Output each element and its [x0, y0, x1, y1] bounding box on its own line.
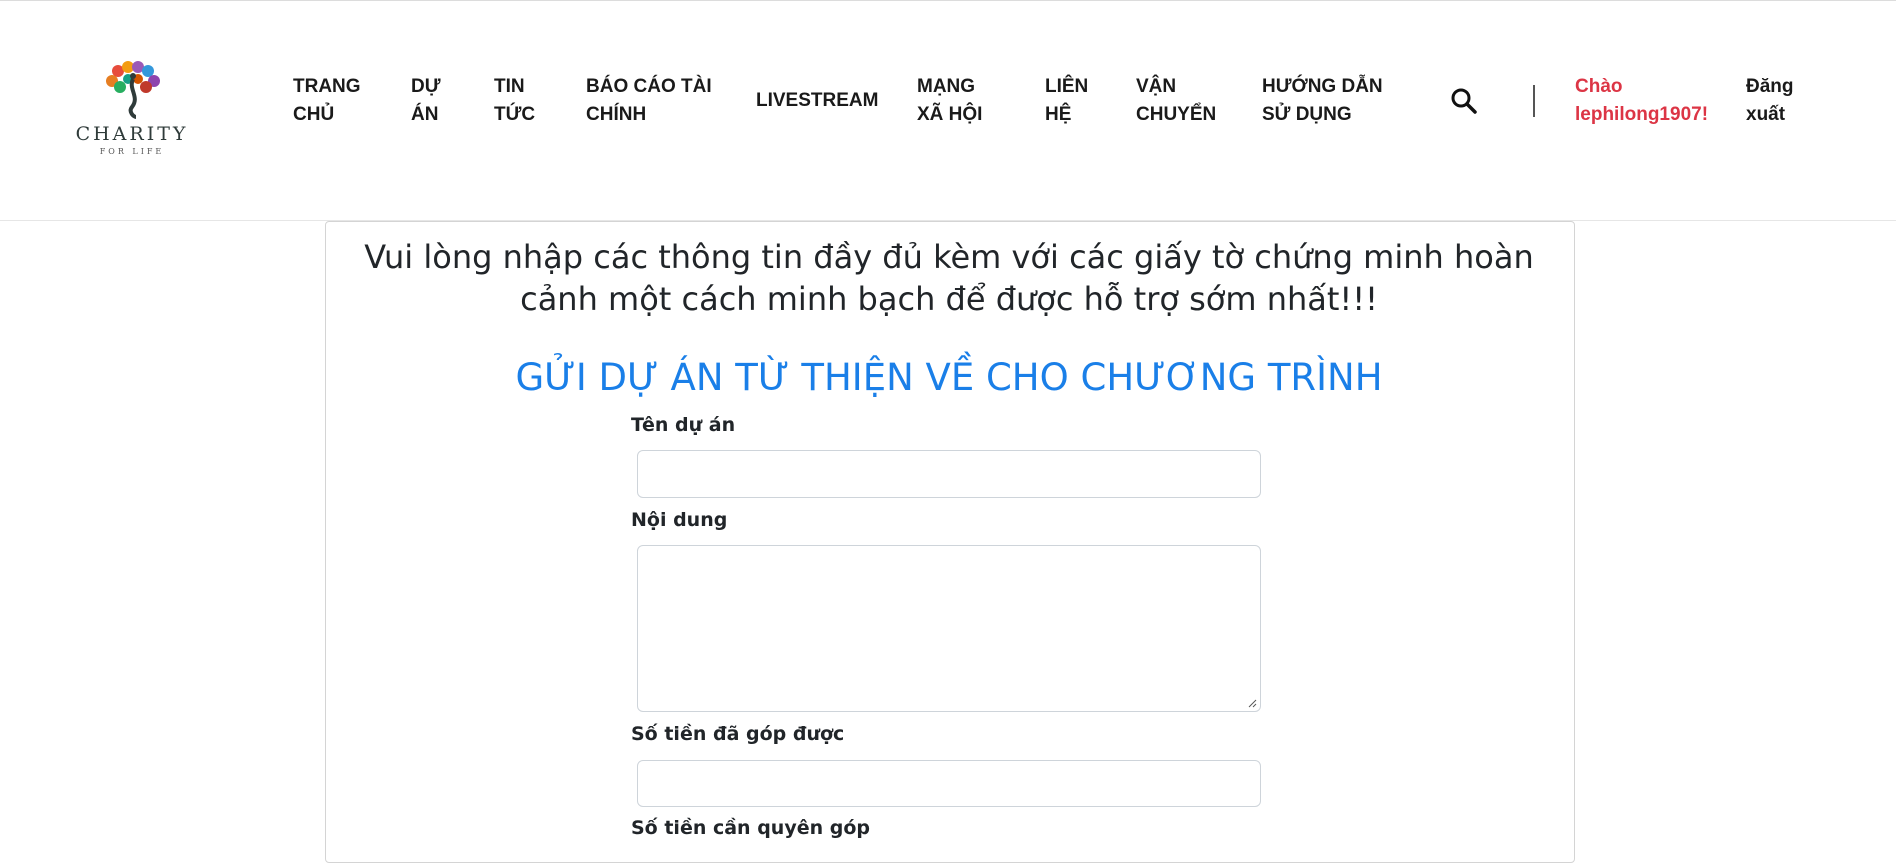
brand-tagline: FOR LIFE	[99, 147, 165, 156]
nav-label-line1: TRANG	[293, 76, 361, 97]
project-name-label: Tên dự án	[631, 414, 736, 436]
nav-label-line1: BÁO CÁO TÀI	[586, 76, 712, 97]
nav-label-line1: VẬN	[1136, 76, 1177, 97]
nav-du-an[interactable]: DỰ ÁN	[411, 73, 440, 129]
nav-label-line2: TỨC	[494, 104, 536, 125]
nav-label-line1: HƯỚNG DẪN	[1262, 76, 1383, 97]
logout-link[interactable]: Đăng xuất	[1746, 73, 1794, 129]
content-label: Nội dung	[631, 509, 728, 531]
site-header: CHARITY FOR LIFE TRANG CHỦ DỰ ÁN TIN TỨC…	[0, 1, 1896, 221]
search-icon[interactable]	[1450, 87, 1478, 115]
nav-tin-tuc[interactable]: TIN TỨC	[494, 73, 535, 129]
nav-lien-he[interactable]: LIÊN HỆ	[1045, 73, 1088, 129]
raised-amount-input[interactable]	[637, 760, 1261, 807]
intro-line2: cảnh một cách minh bạch để được hỗ trợ s…	[520, 280, 1378, 318]
project-name-input[interactable]	[637, 450, 1261, 498]
nav-divider	[1533, 85, 1535, 117]
logout-line1: Đăng	[1746, 76, 1794, 97]
target-amount-label: Số tiền cần quyên góp	[631, 817, 870, 839]
logout-line2: xuất	[1746, 104, 1786, 125]
form-title: GỬI DỰ ÁN TỪ THIỆN VỀ CHO CHƯƠNG TRÌNH	[515, 356, 1383, 399]
nav-bao-cao-tai-chinh[interactable]: BÁO CÁO TÀI CHÍNH	[586, 73, 712, 129]
nav-label-line2: CHÍNH	[586, 104, 647, 125]
intro-text: Vui lòng nhập các thông tin đầy đủ kèm v…	[346, 236, 1552, 320]
charity-logo[interactable]: CHARITY FOR LIFE	[70, 59, 194, 163]
nav-label-line2: XÃ HỘI	[917, 104, 983, 125]
raised-amount-label: Số tiền đã góp được	[631, 723, 845, 745]
nav-label-line1: DỰ	[411, 76, 441, 97]
nav-label-line2: CHUYỂN	[1136, 104, 1217, 125]
nav-van-chuyen[interactable]: VẬN CHUYỂN	[1136, 73, 1216, 129]
resize-handle-icon[interactable]	[1247, 698, 1257, 708]
intro-line1: Vui lòng nhập các thông tin đầy đủ kèm v…	[364, 238, 1534, 276]
nav-label-line1: TIN	[494, 76, 525, 97]
nav-label-line2: HỆ	[1045, 104, 1072, 125]
nav-label-line2: ÁN	[411, 104, 439, 125]
nav-label-line1: LIÊN	[1045, 76, 1089, 97]
nav-label-line2: SỬ DỤNG	[1262, 104, 1352, 125]
nav-label-line2: CHỦ	[293, 104, 335, 125]
nav-label-line1: MẠNG	[917, 76, 976, 97]
nav-huong-dan-su-dung[interactable]: HƯỚNG DẪN SỬ DỤNG	[1262, 73, 1383, 129]
nav-trang-chu[interactable]: TRANG CHỦ	[293, 73, 361, 129]
greeting-username: lephilong1907!	[1575, 104, 1709, 125]
greeting-line1: Chào	[1575, 76, 1623, 97]
content-textarea[interactable]	[637, 545, 1261, 712]
nav-livestream[interactable]: LIVESTREAM	[756, 87, 878, 115]
tree-heart-icon	[106, 61, 160, 119]
user-greeting[interactable]: Chào lephilong1907!	[1575, 73, 1708, 129]
brand-name: CHARITY	[75, 123, 189, 145]
nav-mang-xa-hoi[interactable]: MẠNG XÃ HỘI	[917, 73, 982, 129]
nav-label-line1: LIVESTREAM	[756, 90, 879, 111]
